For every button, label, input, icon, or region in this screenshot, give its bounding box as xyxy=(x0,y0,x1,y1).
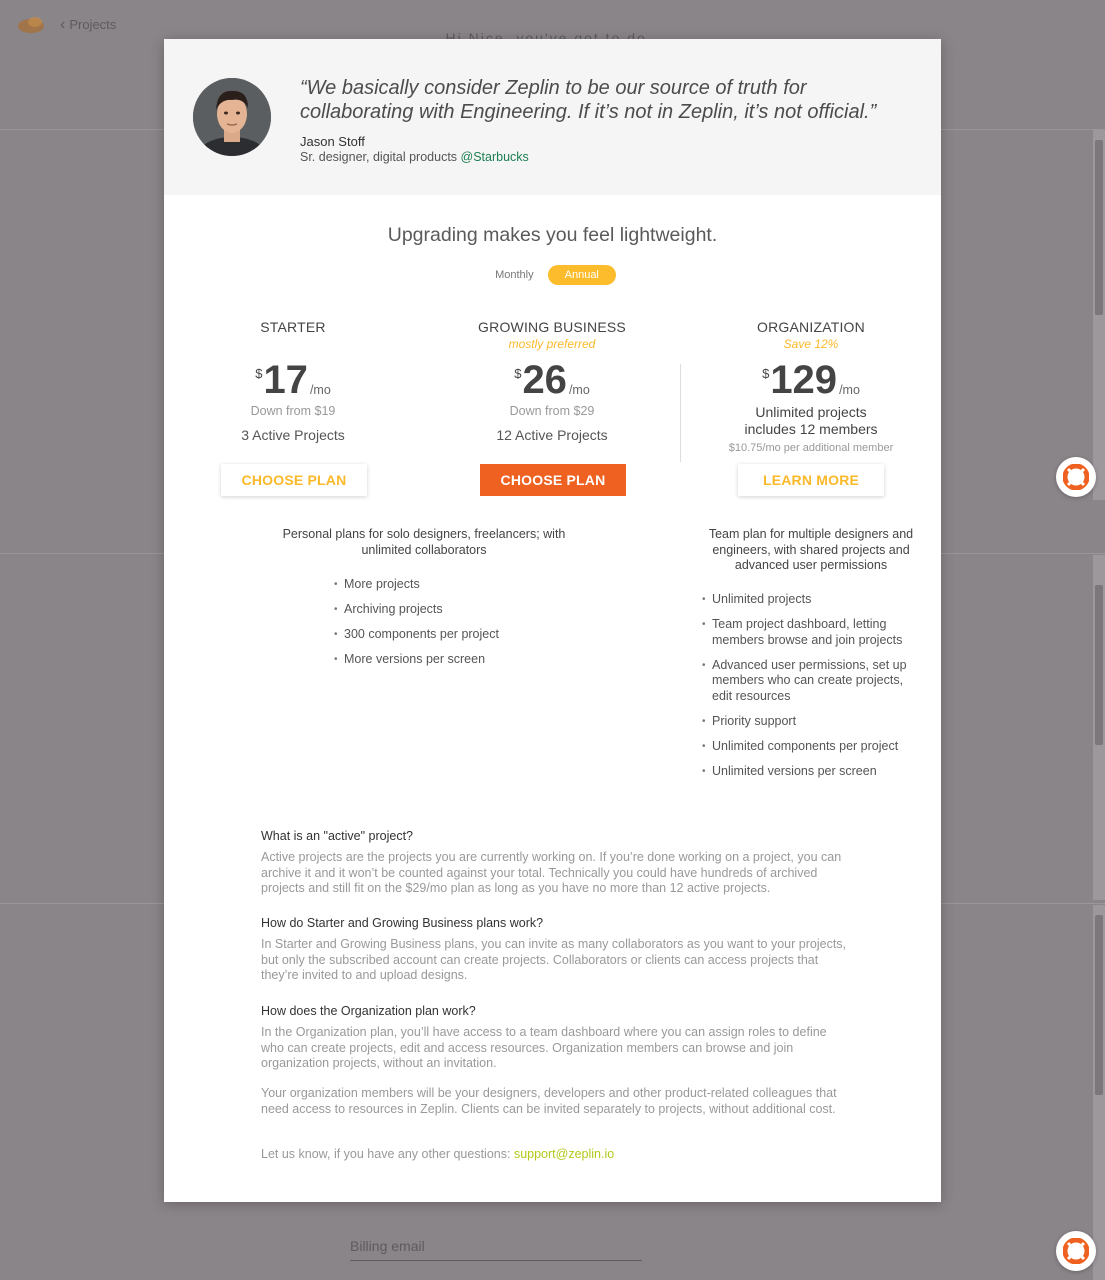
plan-price: $ 17 /mo xyxy=(164,360,422,404)
avatar xyxy=(193,78,271,156)
plan-price: $ 26 /mo xyxy=(423,360,681,404)
list-item: Advanced user permissions, set up member… xyxy=(702,658,924,705)
list-item: More projects xyxy=(334,577,554,593)
plan-previous-price: Down from $29 xyxy=(509,404,595,418)
list-item: Unlimited projects xyxy=(702,592,924,608)
plan-growing-business: GROWING BUSINESS mostly preferred $ 26 /… xyxy=(423,319,681,443)
faq-answer: In the Organization plan, you’ll have ac… xyxy=(261,1025,827,1070)
price-amount: 26 xyxy=(522,358,567,402)
plan-price: $ 129 /mo xyxy=(682,360,940,404)
faq-item: How does the Organization plan work? In … xyxy=(261,1004,851,1072)
faq-question: What is an "active" project? xyxy=(261,829,413,843)
testimonial-panel: “We basically consider Zeplin to be our … xyxy=(164,39,941,195)
faq-question: How do Starter and Growing Business plan… xyxy=(261,916,544,930)
list-item: More versions per screen xyxy=(334,652,554,668)
faq-extra-text: Your organization members will be your d… xyxy=(261,1086,837,1116)
lifebuoy-icon xyxy=(1063,1238,1089,1264)
faq-extra: Your organization members will be your d… xyxy=(261,1086,851,1117)
plan-name: ORGANIZATION xyxy=(757,319,865,335)
plan-organization: ORGANIZATION Save 12% $ 129 /mo Unlimite… xyxy=(682,319,940,454)
team-features-list: Unlimited projects Team project dashboar… xyxy=(702,592,924,789)
price-period: /mo xyxy=(839,383,860,397)
team-plan-description: Team plan for multiple designers and eng… xyxy=(708,527,914,572)
list-item: Archiving projects xyxy=(334,602,554,618)
plan-name: STARTER xyxy=(260,319,326,335)
price-amount: 17 xyxy=(263,358,308,402)
plan-extra-member-price: $10.75/mo per additional member xyxy=(728,442,894,454)
breadcrumb-back-link[interactable]: ‹ Projects xyxy=(60,16,117,33)
list-item: Priority support xyxy=(702,714,924,730)
plan-projects: 12 Active Projects xyxy=(496,427,608,443)
toggle-monthly[interactable]: Monthly xyxy=(489,269,540,281)
choose-growing-business-plan-button[interactable]: CHOOSE PLAN xyxy=(480,464,626,496)
scrollbar[interactable] xyxy=(1093,905,1105,1280)
personal-features-list: More projects Archiving projects 300 com… xyxy=(334,577,554,677)
faq-answer: In Starter and Growing Business plans, y… xyxy=(261,937,847,982)
chevron-left-icon: ‹ xyxy=(60,16,66,33)
toggle-annual[interactable]: Annual xyxy=(547,265,616,285)
faq-question: How does the Organization plan work? xyxy=(261,1004,476,1018)
scrollbar-thumb[interactable] xyxy=(1095,140,1103,315)
contact-line: Let us know, if you have any other quest… xyxy=(261,1147,851,1163)
upgrade-modal: “We basically consider Zeplin to be our … xyxy=(164,39,941,1202)
plan-projects: Unlimited projects xyxy=(755,404,867,420)
price-currency: $ xyxy=(255,366,263,381)
zeplin-logo-icon[interactable] xyxy=(16,14,46,36)
author-role-text: Sr. designer, digital products xyxy=(300,150,458,164)
faq-item: What is an "active" project? Active proj… xyxy=(261,829,851,897)
contact-text-wrap: Let us know, if you have any other quest… xyxy=(261,1147,851,1163)
price-period: /mo xyxy=(309,383,331,397)
company-link[interactable]: @Starbucks xyxy=(461,150,529,164)
list-item: 300 components per project xyxy=(334,627,554,643)
price-currency: $ xyxy=(762,366,770,381)
scrollbar-thumb[interactable] xyxy=(1095,915,1103,1095)
billing-email-field[interactable]: Billing email xyxy=(350,1238,642,1261)
plan-previous-price: Down from $19 xyxy=(250,404,336,418)
plan-tag: mostly preferred xyxy=(508,337,596,351)
testimonial-author: Jason Stoff xyxy=(300,134,365,149)
breadcrumb-label: Projects xyxy=(69,17,117,32)
plan-members: includes 12 members xyxy=(744,421,878,437)
scrollbar-thumb[interactable] xyxy=(1095,585,1103,745)
plan-tag xyxy=(164,337,422,352)
support-email-link[interactable]: support@zeplin.io xyxy=(514,1147,614,1161)
contact-text: Let us know, if you have any other quest… xyxy=(261,1147,511,1161)
list-item: Team project dashboard, letting members … xyxy=(702,617,924,648)
plan-starter: STARTER $ 17 /mo Down from $19 3 Active … xyxy=(164,319,422,443)
price-currency: $ xyxy=(514,366,522,381)
pricing-headline: Upgrading makes you feel lightweight. xyxy=(387,224,718,246)
plan-divider xyxy=(680,364,681,462)
scrollbar[interactable] xyxy=(1093,555,1105,900)
price-period: /mo xyxy=(568,383,590,397)
lifebuoy-icon xyxy=(1063,464,1089,490)
plan-name: GROWING BUSINESS xyxy=(478,319,626,335)
testimonial-role: Sr. designer, digital products @Starbuck… xyxy=(300,150,529,164)
choose-starter-plan-button[interactable]: CHOOSE PLAN xyxy=(221,464,367,496)
plan-projects: 3 Active Projects xyxy=(241,427,345,443)
personal-plans-description: Personal plans for solo designers, freel… xyxy=(282,527,566,557)
price-amount: 129 xyxy=(770,358,838,402)
testimonial-quote: “We basically consider Zeplin to be our … xyxy=(300,77,877,123)
list-item: Unlimited versions per screen xyxy=(702,764,924,780)
learn-more-organization-button[interactable]: LEARN MORE xyxy=(738,464,884,496)
plan-tag: Save 12% xyxy=(783,337,839,351)
faq-item: How do Starter and Growing Business plan… xyxy=(261,916,851,984)
faq-answer: Active projects are the projects you are… xyxy=(261,850,842,895)
help-lifebuoy-button[interactable] xyxy=(1056,1231,1096,1271)
billing-period-toggle: Monthly Annual xyxy=(164,265,941,285)
list-item: Unlimited components per project xyxy=(702,739,924,755)
help-lifebuoy-button[interactable] xyxy=(1056,457,1096,497)
scrollbar[interactable] xyxy=(1093,130,1105,500)
